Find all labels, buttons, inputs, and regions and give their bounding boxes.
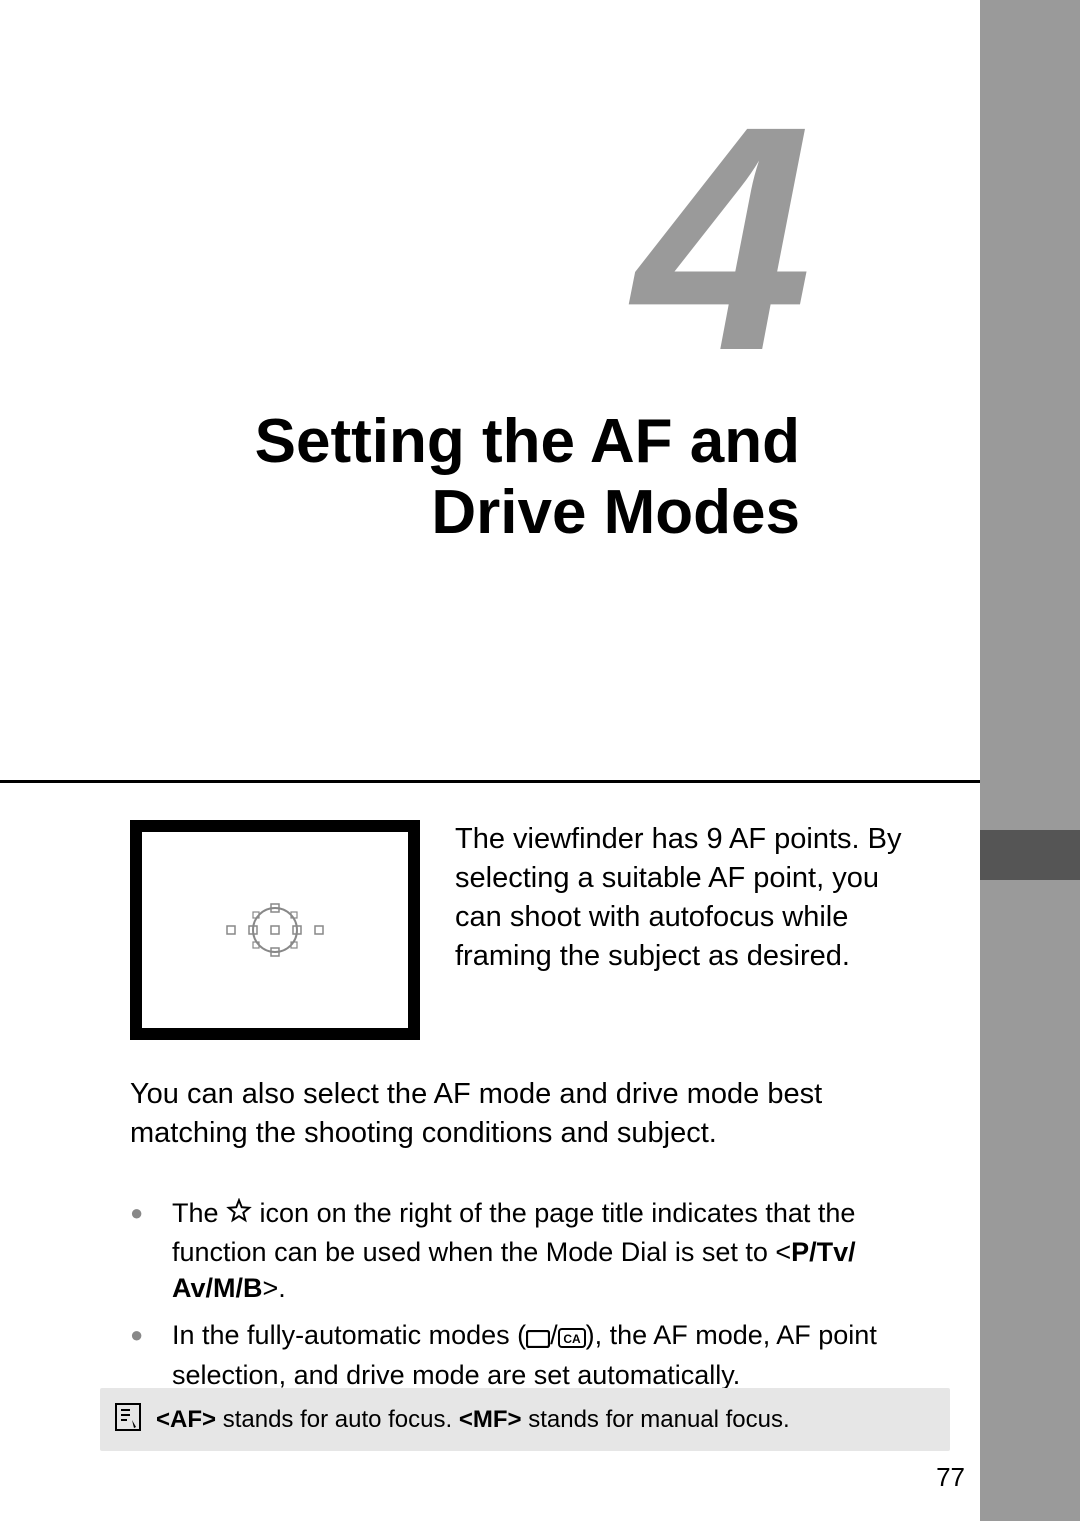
chapter-number: 4 bbox=[90, 110, 890, 366]
side-tab-marker bbox=[980, 830, 1080, 880]
chapter-title-line2: Drive Modes bbox=[431, 478, 800, 547]
bullet-1: The icon on the right of the page title … bbox=[130, 1195, 930, 1307]
intro-paragraph-2: You can also select the AF mode and driv… bbox=[130, 1075, 930, 1153]
mf-label: <MF> bbox=[459, 1406, 522, 1433]
af-label: <AF> bbox=[156, 1406, 216, 1433]
creative-auto-icon: CA bbox=[558, 1321, 586, 1357]
section-divider bbox=[0, 780, 980, 783]
page-number: 77 bbox=[936, 1462, 965, 1493]
star-icon bbox=[226, 1196, 252, 1234]
bullet-2-text-a: In the fully-automatic modes ( bbox=[172, 1320, 526, 1350]
intro-row: The viewfinder has 9 AF points. By selec… bbox=[130, 820, 930, 1040]
mf-def: stands for manual focus. bbox=[522, 1406, 790, 1433]
bullet-1-text-a: The bbox=[172, 1198, 226, 1228]
viewfinder-frame bbox=[130, 820, 420, 1040]
slash-separator: / bbox=[550, 1320, 558, 1350]
footnote-text: <AF> stands for auto focus. <MF> stands … bbox=[156, 1406, 790, 1434]
bullet-1-text-c: >. bbox=[263, 1273, 286, 1303]
page: 4 Setting the AF and Drive Modes bbox=[0, 0, 1080, 1521]
bullet-2: In the fully-automatic modes (/CA), the … bbox=[130, 1317, 930, 1394]
full-auto-rect-icon bbox=[526, 1321, 550, 1357]
chapter-header: 4 Setting the AF and Drive Modes bbox=[90, 110, 890, 549]
intro-paragraph-1: The viewfinder has 9 AF points. By selec… bbox=[455, 820, 930, 1040]
svg-text:CA: CA bbox=[563, 1332, 581, 1346]
chapter-title-line1: Setting the AF and bbox=[255, 407, 800, 476]
side-tab bbox=[980, 0, 1080, 1521]
bullet-1-text-b: icon on the right of the page title indi… bbox=[172, 1198, 855, 1267]
footnote-box: <AF> stands for auto focus. <MF> stands … bbox=[100, 1388, 950, 1451]
af-def: stands for auto focus. bbox=[216, 1406, 459, 1433]
viewfinder-diagram bbox=[130, 820, 420, 1040]
bullet-list: The icon on the right of the page title … bbox=[130, 1195, 930, 1404]
note-icon bbox=[114, 1402, 142, 1437]
af-points-icon bbox=[205, 890, 345, 970]
chapter-title: Setting the AF and Drive Modes bbox=[90, 406, 890, 549]
